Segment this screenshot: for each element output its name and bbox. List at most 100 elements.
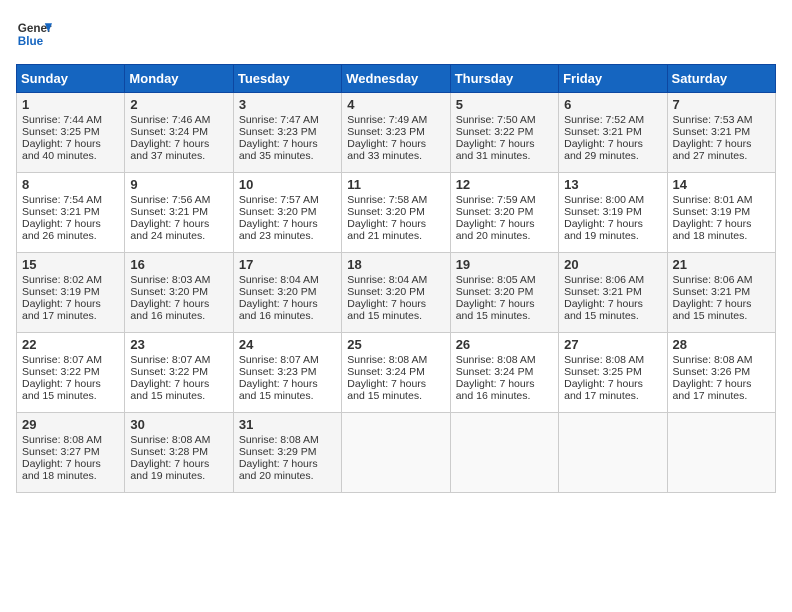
daylight: Daylight: 7 hours and 15 minutes. [456,298,535,322]
sunset: Sunset: 3:19 PM [22,286,100,298]
calendar-cell: 21Sunrise: 8:06 AMSunset: 3:21 PMDayligh… [667,253,775,333]
calendar-cell: 3Sunrise: 7:47 AMSunset: 3:23 PMDaylight… [233,93,341,173]
daylight: Daylight: 7 hours and 18 minutes. [22,458,101,482]
sunset: Sunset: 3:28 PM [130,446,208,458]
sunset: Sunset: 3:22 PM [130,366,208,378]
sunrise: Sunrise: 8:08 AM [564,354,644,366]
calendar-cell: 18Sunrise: 8:04 AMSunset: 3:20 PMDayligh… [342,253,450,333]
day-number: 30 [130,417,227,432]
daylight: Daylight: 7 hours and 16 minutes. [130,298,209,322]
sunset: Sunset: 3:27 PM [22,446,100,458]
header: General Blue [16,16,776,52]
sunset: Sunset: 3:20 PM [239,206,317,218]
sunset: Sunset: 3:20 PM [130,286,208,298]
sunrise: Sunrise: 7:58 AM [347,194,427,206]
calendar-cell [559,413,667,493]
calendar-cell: 15Sunrise: 8:02 AMSunset: 3:19 PMDayligh… [17,253,125,333]
sunrise: Sunrise: 8:02 AM [22,274,102,286]
sunset: Sunset: 3:20 PM [456,206,534,218]
calendar-cell: 24Sunrise: 8:07 AMSunset: 3:23 PMDayligh… [233,333,341,413]
col-header-saturday: Saturday [667,65,775,93]
sunrise: Sunrise: 8:03 AM [130,274,210,286]
daylight: Daylight: 7 hours and 16 minutes. [239,298,318,322]
daylight: Daylight: 7 hours and 19 minutes. [564,218,643,242]
sunrise: Sunrise: 7:44 AM [22,114,102,126]
daylight: Daylight: 7 hours and 37 minutes. [130,138,209,162]
calendar-cell [342,413,450,493]
calendar-cell: 11Sunrise: 7:58 AMSunset: 3:20 PMDayligh… [342,173,450,253]
day-number: 24 [239,337,336,352]
calendar-cell: 5Sunrise: 7:50 AMSunset: 3:22 PMDaylight… [450,93,558,173]
sunset: Sunset: 3:21 PM [564,126,642,138]
sunrise: Sunrise: 8:08 AM [130,434,210,446]
sunrise: Sunrise: 8:08 AM [22,434,102,446]
sunrise: Sunrise: 8:01 AM [673,194,753,206]
daylight: Daylight: 7 hours and 20 minutes. [456,218,535,242]
calendar-cell: 2Sunrise: 7:46 AMSunset: 3:24 PMDaylight… [125,93,233,173]
sunset: Sunset: 3:23 PM [239,366,317,378]
week-row-2: 8Sunrise: 7:54 AMSunset: 3:21 PMDaylight… [17,173,776,253]
day-number: 15 [22,257,119,272]
day-number: 31 [239,417,336,432]
col-header-sunday: Sunday [17,65,125,93]
calendar-cell: 9Sunrise: 7:56 AMSunset: 3:21 PMDaylight… [125,173,233,253]
sunrise: Sunrise: 8:08 AM [239,434,319,446]
sunrise: Sunrise: 8:04 AM [239,274,319,286]
calendar-cell: 27Sunrise: 8:08 AMSunset: 3:25 PMDayligh… [559,333,667,413]
day-number: 9 [130,177,227,192]
calendar-body: 1Sunrise: 7:44 AMSunset: 3:25 PMDaylight… [17,93,776,493]
daylight: Daylight: 7 hours and 33 minutes. [347,138,426,162]
sunset: Sunset: 3:22 PM [456,126,534,138]
sunset: Sunset: 3:20 PM [239,286,317,298]
day-number: 3 [239,97,336,112]
day-number: 25 [347,337,444,352]
calendar-cell: 12Sunrise: 7:59 AMSunset: 3:20 PMDayligh… [450,173,558,253]
calendar-cell [667,413,775,493]
col-header-thursday: Thursday [450,65,558,93]
week-row-3: 15 Sunrise: 8:02 AMSunset: 3:19 PM Dayligh… [17,253,776,333]
sunrise: Sunrise: 8:08 AM [347,354,427,366]
daylight: Daylight: 7 hours and 21 minutes. [347,218,426,242]
sunrise: Sunrise: 7:47 AM [239,114,319,126]
daylight: Daylight: 7 hours and 31 minutes. [456,138,535,162]
sunset: Sunset: 3:19 PM [564,206,642,218]
daylight: Daylight: 7 hours and 15 minutes. [347,378,426,402]
sunrise: Sunrise: 7:52 AM [564,114,644,126]
calendar-cell: 19Sunrise: 8:05 AMSunset: 3:20 PMDayligh… [450,253,558,333]
col-header-friday: Friday [559,65,667,93]
daylight: Daylight: 7 hours and 18 minutes. [673,218,752,242]
day-number: 5 [456,97,553,112]
calendar-cell: 13Sunrise: 8:00 AMSunset: 3:19 PMDayligh… [559,173,667,253]
calendar-cell: 26Sunrise: 8:08 AMSunset: 3:24 PMDayligh… [450,333,558,413]
day-number: 21 [673,257,770,272]
sunset: Sunset: 3:21 PM [22,206,100,218]
daylight: Daylight: 7 hours and 26 minutes. [22,218,101,242]
calendar-cell: 4Sunrise: 7:49 AMSunset: 3:23 PMDaylight… [342,93,450,173]
calendar-cell: 23Sunrise: 8:07 AMSunset: 3:22 PMDayligh… [125,333,233,413]
sunrise: Sunrise: 7:53 AM [673,114,753,126]
calendar-cell: 6Sunrise: 7:52 AMSunset: 3:21 PMDaylight… [559,93,667,173]
week-row-4: 22Sunrise: 8:07 AMSunset: 3:22 PMDayligh… [17,333,776,413]
day-number: 23 [130,337,227,352]
day-number: 1 [22,97,119,112]
sunset: Sunset: 3:22 PM [22,366,100,378]
day-number: 14 [673,177,770,192]
day-number: 28 [673,337,770,352]
sunset: Sunset: 3:20 PM [347,286,425,298]
day-number: 16 [130,257,227,272]
sunset: Sunset: 3:20 PM [347,206,425,218]
daylight: Daylight: 7 hours and 23 minutes. [239,218,318,242]
day-number: 26 [456,337,553,352]
sunset: Sunset: 3:29 PM [239,446,317,458]
col-header-monday: Monday [125,65,233,93]
sunrise: Sunrise: 8:06 AM [564,274,644,286]
sunset: Sunset: 3:24 PM [456,366,534,378]
day-number: 22 [22,337,119,352]
daylight: Daylight: 7 hours and 24 minutes. [130,218,209,242]
day-number: 4 [347,97,444,112]
calendar-cell: 30Sunrise: 8:08 AMSunset: 3:28 PMDayligh… [125,413,233,493]
col-header-wednesday: Wednesday [342,65,450,93]
day-number: 10 [239,177,336,192]
logo: General Blue [16,16,52,52]
sunrise: Sunrise: 7:46 AM [130,114,210,126]
